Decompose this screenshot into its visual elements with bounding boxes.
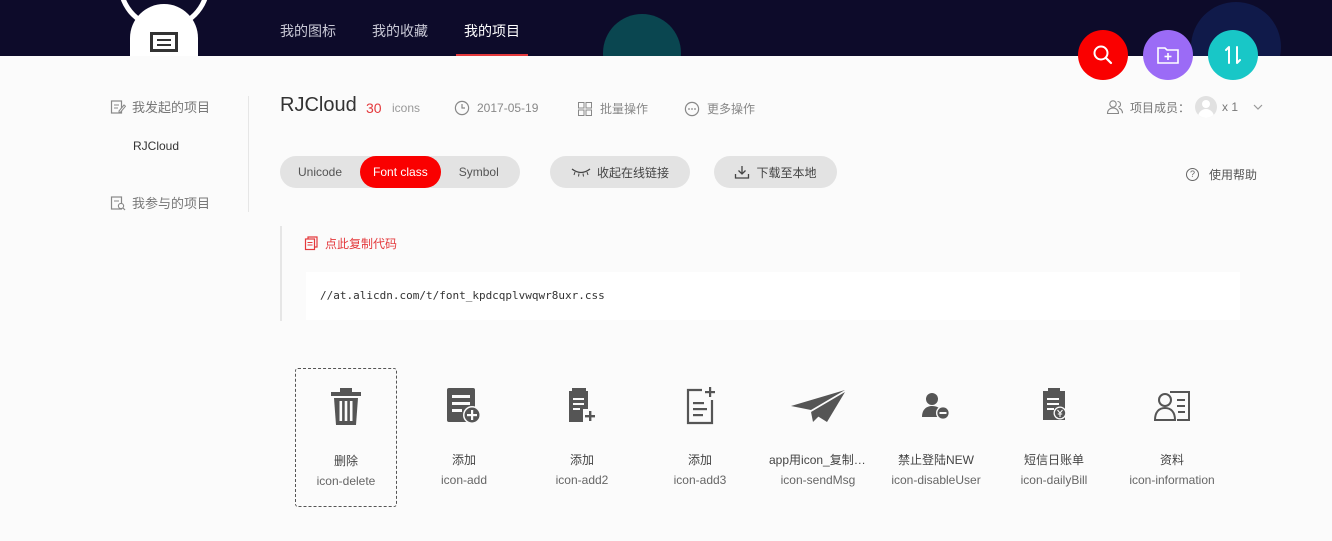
main-nav: 我的图标 我的收藏 我的项目: [280, 0, 556, 56]
icon-count-unit: icons: [392, 101, 421, 115]
project-date: 2017-05-19: [454, 100, 538, 116]
download-icon: [735, 166, 750, 179]
decorative-circle: [603, 14, 681, 56]
search-icon: [1093, 45, 1113, 65]
clock-icon: [454, 100, 470, 116]
paper-plane-icon: [791, 390, 845, 422]
project-members[interactable]: 项目成员： x 1: [1106, 96, 1264, 118]
nav-my-icons[interactable]: 我的图标: [280, 0, 336, 56]
icon-name: 资料: [1159, 453, 1184, 467]
icon-code: icon-add: [440, 473, 488, 487]
icon-card-information[interactable]: 资料 icon-information: [1121, 368, 1223, 507]
icon-card-dailybill[interactable]: 短信日账单 icon-dailyBill: [1003, 368, 1105, 507]
icon-card-delete[interactable]: 删除 icon-delete: [295, 368, 397, 507]
icon-card-add[interactable]: 添加 icon-add: [413, 368, 515, 507]
sidebar-heading-label: 我参与的项目: [132, 196, 211, 211]
edit-doc-icon: [110, 99, 126, 114]
search-doc-icon: [110, 195, 126, 210]
icon-code: icon-delete: [316, 474, 376, 488]
icon-name: 添加: [687, 453, 712, 467]
more-icon: [684, 101, 700, 116]
top-header: 我的图标 我的收藏 我的项目: [0, 0, 1332, 56]
code-panel: 点此复制代码 //at.alicdn.com/t/font_kpdcqplvwq…: [280, 226, 1240, 321]
code-url[interactable]: //at.alicdn.com/t/font_kpdcqplvwqwr8uxr.…: [306, 272, 1240, 320]
copy-code-link[interactable]: 点此复制代码: [304, 235, 397, 252]
icon-code: icon-sendMsg: [780, 473, 856, 487]
file-add-icon: [686, 387, 715, 425]
tab-unicode[interactable]: Unicode: [280, 156, 360, 188]
icon-name: 禁止登陆NEW: [898, 453, 974, 467]
eye-closed-icon: [571, 168, 591, 177]
chevron-down-icon: [1253, 104, 1263, 110]
copy-code-label: 点此复制代码: [325, 237, 398, 251]
icon-card-add2[interactable]: 添加 icon-add2: [531, 368, 633, 507]
icon-code: icon-add2: [555, 473, 609, 487]
profile-card-icon: [1153, 391, 1190, 421]
icon-card-sendmsg[interactable]: app用icon_复制-... icon-sendMsg: [767, 368, 869, 507]
sidebar-heading-label: 我发起的项目: [132, 100, 211, 115]
icon-count: 30: [366, 100, 382, 116]
download-label: 下载至本地: [756, 165, 817, 180]
avatar: [1195, 96, 1218, 118]
user-disable-icon: [922, 393, 950, 420]
trash-icon: [331, 388, 361, 425]
icon-name: 添加: [569, 453, 594, 467]
sort-icon: [1225, 46, 1241, 64]
document-add-icon: [569, 388, 597, 423]
sidebar-heading-joined: 我参与的项目: [110, 193, 210, 212]
daily-bill-icon: [1043, 388, 1067, 420]
batch-operation-label: 批量操作: [600, 102, 649, 116]
collapse-link-label: 收起在线链接: [596, 165, 669, 180]
project-title: RJCloud: [280, 94, 357, 116]
download-button[interactable]: 下载至本地: [714, 156, 837, 188]
icon-card-add3[interactable]: 添加 icon-add3: [649, 368, 751, 507]
members-label: 项目成员：: [1130, 100, 1191, 115]
list-add-icon: [447, 388, 481, 424]
sidebar-item-rjcloud[interactable]: RJCloud: [133, 139, 179, 153]
icon-name: 删除: [333, 454, 358, 468]
nav-my-favorites[interactable]: 我的收藏: [372, 0, 428, 56]
icon-code: icon-information: [1129, 473, 1215, 487]
members-icon: [1106, 100, 1124, 115]
tab-symbol[interactable]: Symbol: [441, 156, 517, 188]
icon-code: icon-dailyBill: [1020, 473, 1088, 487]
more-operations-button[interactable]: 更多操作: [684, 100, 755, 117]
question-icon: ?: [1186, 168, 1199, 181]
search-button[interactable]: [1078, 30, 1128, 80]
copy-icon: [304, 236, 318, 251]
icon-code: icon-disableUser: [891, 473, 981, 487]
members-count: x 1: [1222, 100, 1239, 114]
logo-mascot[interactable]: [118, 0, 210, 56]
icon-name: 添加: [451, 453, 476, 467]
code-format-tabs: Unicode Font class Symbol: [280, 156, 520, 188]
more-operations-label: 更多操作: [707, 102, 756, 116]
nav-my-projects[interactable]: 我的项目: [456, 0, 528, 56]
icon-card-disableuser[interactable]: 禁止登陆NEW icon-disableUser: [885, 368, 987, 507]
folder-plus-icon: [1157, 47, 1179, 64]
project-date-text: 2017-05-19: [477, 101, 539, 115]
tab-font-class[interactable]: Font class: [360, 156, 441, 188]
help-link[interactable]: ? 使用帮助: [1186, 166, 1257, 183]
sidebar-heading-created: 我发起的项目: [110, 97, 210, 116]
sort-button[interactable]: [1208, 30, 1258, 80]
add-folder-button[interactable]: [1143, 30, 1193, 80]
icon-name: 短信日账单: [1023, 453, 1084, 467]
icon-name: app用icon_复制-...: [769, 453, 868, 467]
collapse-link-button[interactable]: 收起在线链接: [550, 156, 690, 188]
sidebar-divider: [248, 96, 249, 212]
batch-operation-button[interactable]: 批量操作: [577, 100, 648, 117]
icon-code: icon-add3: [673, 473, 727, 487]
grid-icon: [578, 101, 592, 116]
help-label: 使用帮助: [1209, 168, 1258, 182]
